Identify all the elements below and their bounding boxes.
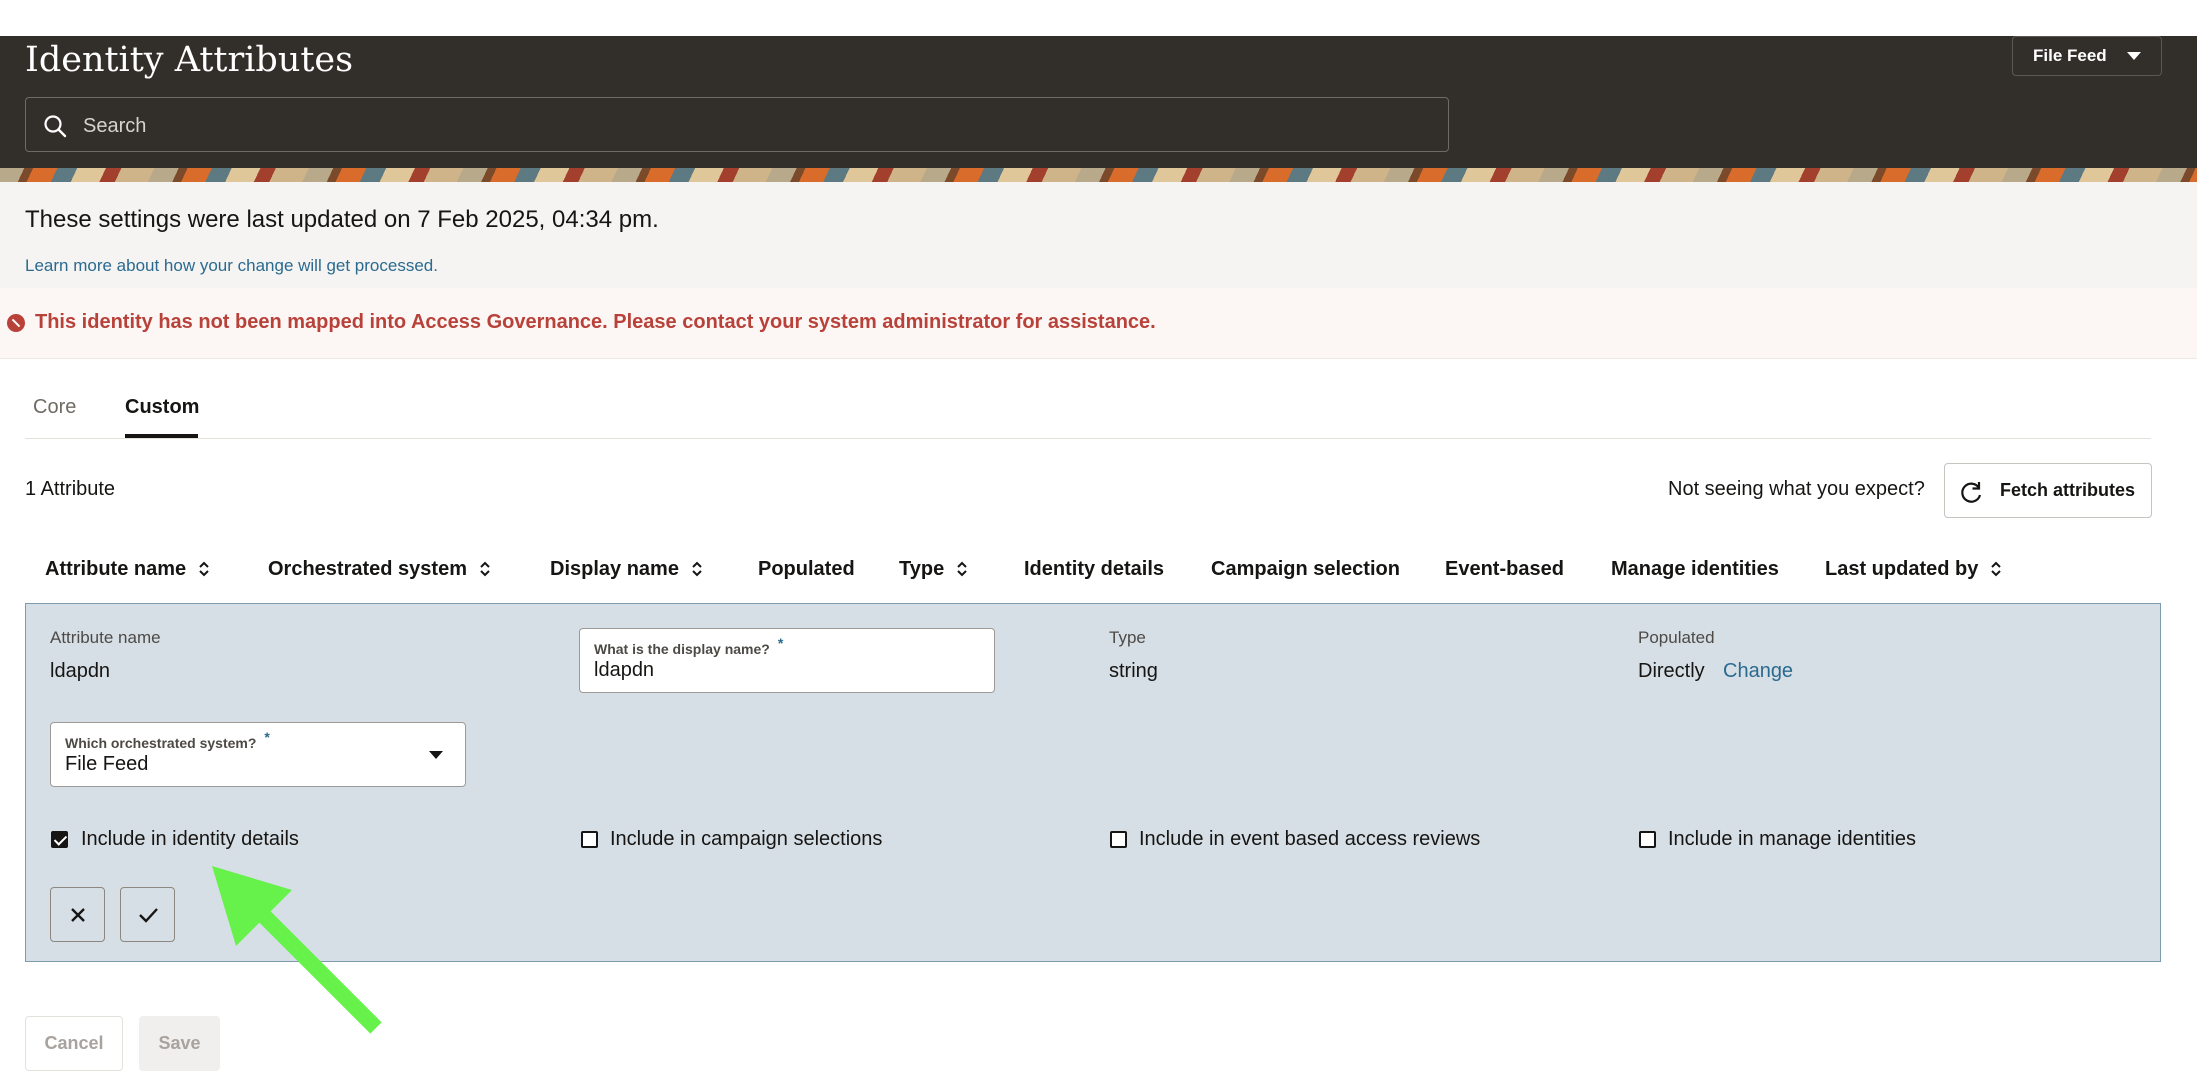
column-header-populated: Populated	[758, 558, 855, 580]
event-based-reviews-checkbox[interactable]	[1110, 831, 1127, 848]
column-header-type[interactable]: Type	[899, 558, 968, 581]
save-button[interactable]: Save	[139, 1016, 220, 1071]
identity-details-checkbox[interactable]	[51, 831, 68, 848]
manage-identities-checkbox[interactable]	[1639, 831, 1656, 848]
error-message: This identity has not been mapped into A…	[35, 311, 1156, 333]
populated-value: Directly	[1638, 660, 1705, 682]
error-banner: This identity has not been mapped into A…	[0, 288, 2197, 359]
display-name-field[interactable]: What is the display name? *	[579, 628, 995, 693]
orchestrated-system-value: File Feed	[65, 753, 149, 775]
top-strip	[0, 0, 2197, 36]
orchestrated-system-field-label: Which orchestrated system? *	[65, 729, 270, 751]
tab-bar: Core Custom	[25, 386, 2151, 439]
learn-more-link[interactable]: Learn more about how your change will ge…	[25, 256, 438, 276]
confirm-edit-button[interactable]	[120, 887, 175, 942]
feed-selector[interactable]: File Feed	[2012, 36, 2162, 76]
page-title: Identity Attributes	[25, 40, 354, 80]
identity-details-checkbox-label[interactable]: Include in identity details	[81, 828, 299, 851]
required-marker: *	[264, 729, 270, 745]
fetch-attributes-label: Fetch attributes	[2000, 480, 2136, 500]
column-header-last-updated-by[interactable]: Last updated by	[1825, 558, 2002, 581]
campaign-selections-checkbox[interactable]	[581, 831, 598, 848]
cancel-button[interactable]: Cancel	[25, 1016, 123, 1071]
column-header-campaign-selection: Campaign selection	[1211, 558, 1400, 580]
refresh-icon	[1961, 482, 1982, 503]
page-header: Identity Attributes File Feed	[0, 36, 2197, 168]
sort-icon	[692, 561, 702, 577]
manage-identities-checkbox-label[interactable]: Include in manage identities	[1668, 828, 1916, 851]
last-updated-text: These settings were last updated on 7 Fe…	[25, 206, 659, 233]
search-box[interactable]	[25, 97, 1449, 152]
sort-icon	[1991, 561, 2002, 577]
search-icon	[44, 115, 67, 138]
discard-edit-button[interactable]	[50, 887, 105, 942]
column-header-attribute-name[interactable]: Attribute name	[45, 558, 210, 581]
chevron-down-icon	[429, 751, 443, 759]
column-header-identity-details: Identity details	[1024, 558, 1165, 580]
campaign-selections-checkbox-label[interactable]: Include in campaign selections	[610, 828, 882, 851]
info-band: These settings were last updated on 7 Fe…	[0, 182, 2197, 288]
active-tab-indicator	[125, 434, 198, 438]
chevron-down-icon	[2127, 52, 2141, 60]
tab-custom[interactable]: Custom	[125, 396, 199, 419]
display-name-field-label: What is the display name? *	[594, 635, 784, 657]
sort-icon	[957, 561, 967, 577]
attribute-name-value: ldapdn	[50, 660, 111, 682]
error-icon	[7, 314, 25, 332]
change-link[interactable]: Change	[1723, 660, 1793, 683]
tab-core[interactable]: Core	[33, 396, 76, 419]
check-icon	[139, 908, 158, 923]
display-name-input[interactable]	[594, 659, 974, 682]
attribute-edit-panel: Attribute name ldapdn What is the displa…	[25, 603, 2161, 962]
type-label: Type	[1109, 628, 1146, 647]
fetch-attributes-button[interactable]: Fetch attributes	[1944, 463, 2152, 518]
search-input[interactable]	[81, 108, 1425, 144]
close-icon	[71, 908, 85, 922]
populated-label: Populated	[1638, 628, 1715, 647]
sort-icon	[480, 561, 490, 577]
column-header-manage-identities: Manage identities	[1611, 558, 1779, 580]
attribute-count: 1 Attribute	[25, 478, 116, 500]
column-header-orchestrated-system[interactable]: Orchestrated system	[268, 558, 491, 581]
feed-selector-label: File Feed	[2033, 46, 2107, 65]
banner-art	[0, 168, 2197, 182]
sort-icon	[199, 561, 209, 577]
event-based-reviews-checkbox-label[interactable]: Include in event based access reviews	[1139, 828, 1480, 851]
attribute-name-label: Attribute name	[50, 628, 161, 647]
not-seeing-text: Not seeing what you expect?	[1668, 478, 1925, 500]
column-header-event-based: Event-based	[1445, 558, 1564, 580]
type-value: string	[1109, 660, 1158, 682]
required-marker: *	[777, 635, 784, 651]
orchestrated-system-select[interactable]: Which orchestrated system? * File Feed	[50, 722, 466, 787]
column-header-display-name[interactable]: Display name	[550, 558, 703, 581]
